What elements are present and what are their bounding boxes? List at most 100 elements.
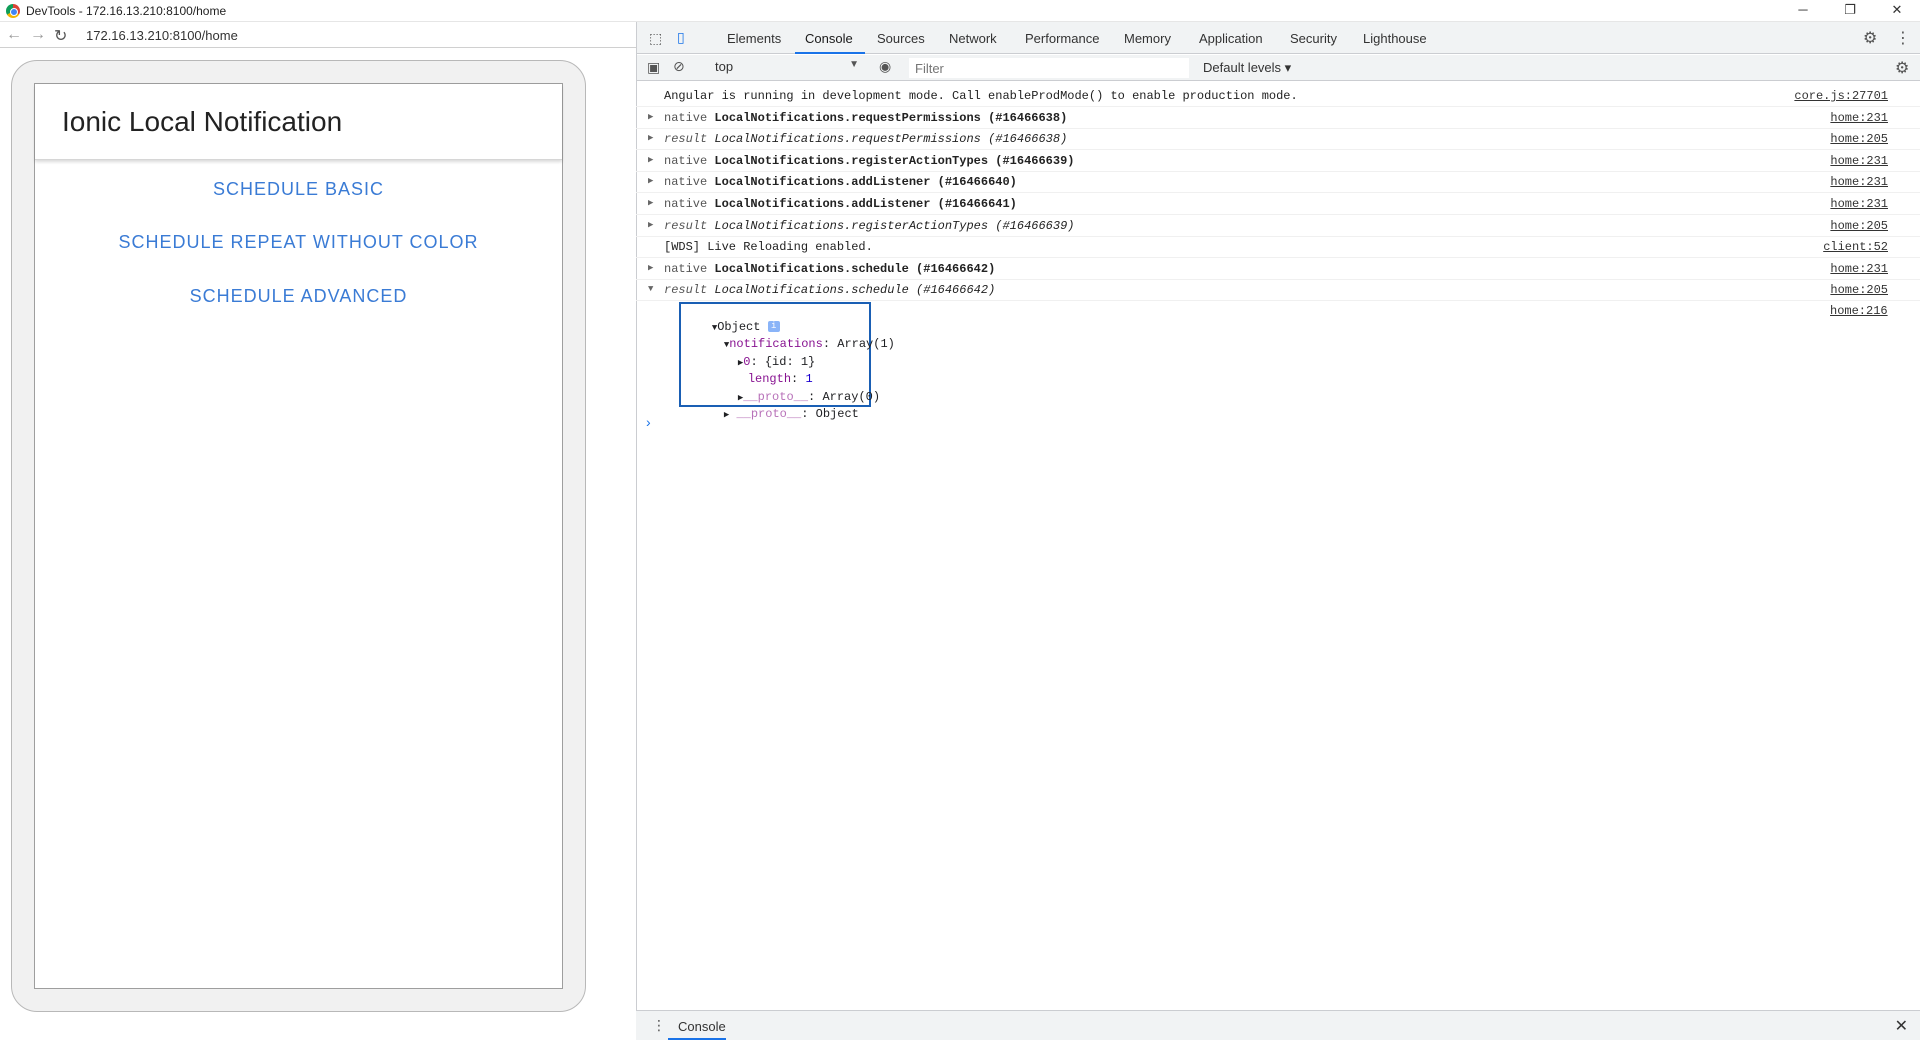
console-message: [WDS] Live Reloading enabled. — [664, 240, 873, 254]
collapsed-arrow-icon[interactable]: ▶ — [648, 263, 653, 273]
more-options-icon[interactable]: ⋮ — [1895, 28, 1911, 48]
message-text: LocalNotifications.registerActionTypes (… — [714, 218, 1075, 233]
source-link[interactable]: home:231 — [1830, 197, 1888, 211]
source-link[interactable]: home:231 — [1830, 111, 1888, 125]
source-link[interactable]: home:231 — [1830, 154, 1888, 168]
source-link[interactable]: home:205 — [1830, 219, 1888, 233]
collapsed-arrow-icon[interactable]: ▶ — [648, 220, 653, 230]
console-row: [WDS] Live Reloading enabled. client:52 — [636, 236, 1920, 259]
drawer-tab-console[interactable]: Console — [678, 1019, 726, 1034]
sidebar-toggle-icon[interactable]: ▣ — [647, 59, 660, 76]
console-message: result LocalNotifications.schedule (#164… — [664, 283, 995, 297]
message-kind: native — [664, 261, 708, 276]
console-message: native LocalNotifications.requestPermiss… — [664, 111, 1067, 125]
console-row: Angular is running in development mode. … — [636, 85, 1920, 107]
message-text: LocalNotifications.schedule (#16466642) — [714, 283, 996, 298]
source-link[interactable]: home:231 — [1830, 175, 1888, 189]
tab-performance[interactable]: Performance — [1025, 31, 1099, 46]
forward-icon[interactable]: → — [30, 26, 46, 44]
tab-sources[interactable]: Sources — [877, 31, 925, 46]
source-link[interactable]: home:231 — [1830, 262, 1888, 276]
message-text: LocalNotifications.registerActionTypes (… — [714, 153, 1075, 168]
drawer-menu-icon[interactable]: ⋮ — [652, 1017, 666, 1034]
message-kind: result — [664, 218, 708, 233]
close-drawer-icon[interactable]: ✕ — [1895, 1016, 1908, 1036]
collapsed-arrow-icon[interactable]: ▶ — [648, 198, 653, 208]
tab-application[interactable]: Application — [1199, 31, 1263, 46]
clear-console-icon[interactable]: ⊘ — [673, 58, 685, 75]
reload-icon[interactable]: ↻ — [54, 26, 67, 46]
collapsed-arrow-icon[interactable]: ▶ — [648, 112, 653, 122]
devtools-drawer: ⋮ Console ✕ — [636, 1010, 1920, 1040]
console-message: native LocalNotifications.addListener (#… — [664, 175, 1017, 189]
console-message: Angular is running in development mode. … — [664, 89, 1298, 103]
collapsed-arrow-icon[interactable]: ▶ — [648, 176, 653, 186]
schedule-basic-button[interactable]: SCHEDULE BASIC — [35, 179, 562, 200]
message-kind: native — [664, 197, 708, 211]
console-row[interactable]: ▶ native LocalNotifications.requestPermis… — [636, 107, 1920, 129]
settings-gear-icon[interactable]: ⚙ — [1863, 28, 1877, 48]
device-screen: Ionic Local Notification SCHEDULE BASIC … — [34, 83, 563, 989]
back-icon[interactable]: ← — [6, 26, 22, 44]
tab-console[interactable]: Console — [805, 31, 853, 46]
source-link[interactable]: core.js:27701 — [1794, 89, 1888, 103]
chrome-logo-icon — [6, 4, 20, 18]
console-row[interactable]: ▶ native LocalNotifications.addListener (… — [636, 193, 1920, 215]
console-row[interactable]: ▶ native LocalNotifications.registerActio… — [636, 150, 1920, 172]
window-title-bar: DevTools - 172.16.13.210:8100/home ─ ❐ ✕ — [0, 0, 1920, 22]
tab-lighthouse[interactable]: Lighthouse — [1363, 31, 1427, 46]
devtools-tab-bar: ⬚ ▯ Elements Console Sources Network Per… — [637, 22, 1920, 54]
restore-button[interactable]: ❐ — [1827, 0, 1873, 22]
console-row[interactable]: ▶ result LocalNotifications.registerActio… — [636, 215, 1920, 237]
url-text[interactable]: 172.16.13.210:8100/home — [86, 28, 238, 43]
close-window-button[interactable]: ✕ — [1874, 0, 1920, 22]
inspect-element-icon[interactable]: ⬚ — [649, 30, 662, 47]
console-message: result LocalNotifications.registerAction… — [664, 219, 1074, 233]
minimize-button[interactable]: ─ — [1780, 0, 1826, 22]
source-link[interactable]: home:205 — [1830, 283, 1888, 297]
window-title: DevTools - 172.16.13.210:8100/home — [26, 4, 227, 18]
object-proto[interactable]: ▶ __proto__: Object — [695, 393, 859, 435]
source-link[interactable]: home:205 — [1830, 132, 1888, 146]
schedule-repeat-button[interactable]: SCHEDULE REPEAT WITHOUT COLOR — [35, 232, 562, 253]
message-text: Angular is running in development mode. … — [664, 89, 1298, 103]
message-kind: native — [664, 175, 708, 190]
message-text: LocalNotifications.addListener (#1646664… — [714, 197, 1017, 211]
tab-security[interactable]: Security — [1290, 31, 1337, 46]
expanded-arrow-icon[interactable]: ▼ — [648, 284, 653, 294]
message-kind: native — [664, 153, 708, 168]
console-prompt[interactable]: › — [646, 414, 651, 430]
log-levels-dropdown[interactable]: Default levels ▾ — [1203, 60, 1291, 76]
page-title: Ionic Local Notification — [62, 106, 343, 137]
object-inspector[interactable]: ▼Object i ▼notifications: Array(1) ▶0: {… — [679, 302, 895, 421]
console-row[interactable]: ▶ native LocalNotifications.schedule (#16… — [636, 258, 1920, 280]
object-source-link[interactable]: home:216 — [1830, 304, 1888, 318]
tab-network[interactable]: Network — [949, 31, 997, 46]
message-kind: result — [664, 132, 708, 147]
console-row[interactable]: ▼ result LocalNotifications.schedule (#16… — [636, 279, 1920, 302]
app-header: Ionic Local Notification — [35, 84, 562, 160]
tab-elements[interactable]: Elements — [727, 31, 781, 46]
console-settings-gear-icon[interactable]: ⚙ — [1895, 58, 1909, 78]
live-expression-eye-icon[interactable]: ◉ — [879, 58, 891, 75]
schedule-advanced-button[interactable]: SCHEDULE ADVANCED — [35, 286, 562, 307]
message-text: LocalNotifications.schedule (#16466642) — [714, 261, 996, 276]
console-row[interactable]: ▶ result LocalNotifications.requestPermis… — [636, 128, 1920, 151]
console-message: native LocalNotifications.registerAction… — [664, 154, 1074, 168]
collapsed-arrow-icon[interactable]: ▶ — [648, 133, 653, 143]
context-select[interactable]: top ▼ — [715, 59, 865, 77]
console-message: native LocalNotifications.addListener (#… — [664, 197, 1017, 211]
tab-memory[interactable]: Memory — [1124, 31, 1171, 46]
message-text: LocalNotifications.requestPermissions (#… — [714, 132, 1068, 147]
active-tab-indicator — [795, 52, 865, 54]
console-message: result LocalNotifications.requestPermiss… — [664, 132, 1067, 146]
device-toolbar-icon[interactable]: ▯ — [677, 29, 685, 46]
collapsed-arrow-icon: ▶ — [723, 410, 730, 420]
filter-input[interactable] — [909, 58, 1189, 78]
message-text: [WDS] Live Reloading enabled. — [664, 240, 873, 255]
chevron-down-icon: ▼ — [849, 59, 859, 70]
collapsed-arrow-icon[interactable]: ▶ — [648, 155, 653, 165]
console-row[interactable]: ▶ native LocalNotifications.addListener (… — [636, 171, 1920, 194]
console-toolbar: ▣ ⊘ top ▼ ◉ Default levels ▾ ⚙ — [637, 55, 1920, 81]
source-link[interactable]: client:52 — [1823, 240, 1888, 254]
